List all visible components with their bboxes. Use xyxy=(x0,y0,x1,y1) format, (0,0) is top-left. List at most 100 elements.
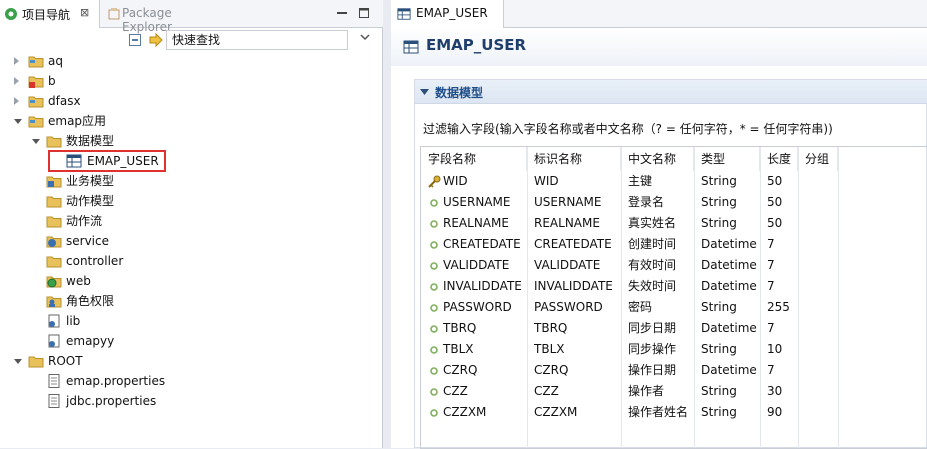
column-header[interactable]: 类型 xyxy=(694,147,760,171)
table-row[interactable]: PASSWORD PASSWORD 密码 String 255 xyxy=(421,297,927,318)
tree-item-web[interactable]: web xyxy=(32,271,352,291)
tree-item-emap-app[interactable]: emap应用 xyxy=(14,111,354,131)
table-cell-id[interactable]: INVALIDDATE xyxy=(527,276,621,297)
table-cell-type[interactable]: String xyxy=(694,381,760,402)
chevron-down-icon[interactable] xyxy=(420,88,429,96)
expand-arrow-icon[interactable] xyxy=(14,77,19,85)
view-menu-chevron-down-icon[interactable] xyxy=(360,32,370,42)
table-cell-group[interactable] xyxy=(798,318,838,339)
close-icon[interactable]: ⊠ xyxy=(80,6,89,19)
column-header[interactable]: 字段名称 xyxy=(421,147,527,171)
table-cell-field[interactable]: USERNAME xyxy=(421,192,527,213)
expand-arrow-icon[interactable] xyxy=(14,97,19,105)
table-cell-len[interactable]: 7 xyxy=(760,318,798,339)
table-cell-id[interactable]: CZZXM xyxy=(527,402,621,423)
table-cell-cn[interactable]: 操作日期 xyxy=(621,360,694,381)
table-cell-field[interactable]: VALIDDATE xyxy=(421,255,527,276)
table-cell-cn[interactable]: 主键 xyxy=(621,171,694,192)
column-header[interactable]: 标识名称 xyxy=(527,147,621,171)
column-header[interactable]: 中文名称 xyxy=(621,147,694,171)
table-row[interactable]: VALIDDATE VALIDDATE 有效时间 Datetime 7 xyxy=(421,255,927,276)
table-cell-len[interactable]: 50 xyxy=(760,192,798,213)
table-cell-type[interactable]: String xyxy=(694,171,760,192)
table-row[interactable]: INVALIDDATE INVALIDDATE 失效时间 Datetime 7 xyxy=(421,276,927,297)
table-cell-len[interactable]: 30 xyxy=(760,381,798,402)
table-cell-group[interactable] xyxy=(798,381,838,402)
table-cell-len[interactable]: 7 xyxy=(760,360,798,381)
table-cell-cn[interactable]: 密码 xyxy=(621,297,694,318)
table-cell-cn[interactable]: 有效时间 xyxy=(621,255,694,276)
table-cell-cn[interactable]: 失效时间 xyxy=(621,276,694,297)
table-cell-type[interactable]: Datetime xyxy=(694,234,760,255)
table-cell-group[interactable] xyxy=(798,213,838,234)
tree-item-role-permission[interactable]: 角色权限 xyxy=(32,291,352,311)
table-cell-group[interactable] xyxy=(798,276,838,297)
table-cell-group[interactable] xyxy=(798,171,838,192)
table-row[interactable]: CZRQ CZRQ 操作日期 Datetime 7 xyxy=(421,360,927,381)
table-cell-id[interactable]: TBLX xyxy=(527,339,621,360)
table-cell-len[interactable]: 50 xyxy=(760,171,798,192)
table-cell-group[interactable] xyxy=(798,255,838,276)
table-cell-field[interactable]: INVALIDDATE xyxy=(421,276,527,297)
table-cell-len[interactable]: 7 xyxy=(760,255,798,276)
collapse-arrow-icon[interactable] xyxy=(14,359,22,364)
table-cell-field[interactable]: TBLX xyxy=(421,339,527,360)
link-with-editor-icon[interactable] xyxy=(148,32,164,48)
table-row[interactable]: TBRQ TBRQ 同步日期 Datetime 7 xyxy=(421,318,927,339)
table-cell-field[interactable]: CZZ xyxy=(421,381,527,402)
table-cell-cn[interactable]: 创建时间 xyxy=(621,234,694,255)
minimize-icon[interactable] xyxy=(335,6,349,20)
table-row[interactable]: CREATEDATE CREATEDATE 创建时间 Datetime 7 xyxy=(421,234,927,255)
table-cell-id[interactable]: CZRQ xyxy=(527,360,621,381)
table-cell-cn[interactable]: 操作者姓名 xyxy=(621,402,694,423)
table-cell-cn[interactable]: 同步日期 xyxy=(621,318,694,339)
table-cell-len[interactable]: 7 xyxy=(760,276,798,297)
table-cell-id[interactable]: USERNAME xyxy=(527,192,621,213)
expand-arrow-icon[interactable] xyxy=(14,57,19,65)
tree-item-aq[interactable]: aq xyxy=(14,51,354,71)
tree-item-business-model[interactable]: 业务模型 xyxy=(32,171,352,191)
table-cell-id[interactable]: WID xyxy=(527,171,621,192)
collapse-all-icon[interactable] xyxy=(128,33,142,47)
quick-find-input[interactable]: 快速查找 xyxy=(166,30,348,50)
table-cell-group[interactable] xyxy=(798,339,838,360)
table-cell-type[interactable]: Datetime xyxy=(694,318,760,339)
table-cell-type[interactable]: String xyxy=(694,339,760,360)
table-cell-group[interactable] xyxy=(798,192,838,213)
table-cell-len[interactable]: 10 xyxy=(760,339,798,360)
table-cell-id[interactable]: REALNAME xyxy=(527,213,621,234)
table-cell-cn[interactable]: 同步操作 xyxy=(621,339,694,360)
tree-item-controller[interactable]: controller xyxy=(32,251,352,271)
table-cell-len[interactable]: 255 xyxy=(760,297,798,318)
section-header[interactable]: 数据模型 xyxy=(415,80,927,104)
table-row[interactable]: USERNAME USERNAME 登录名 String 50 xyxy=(421,192,927,213)
table-cell-field[interactable]: PASSWORD xyxy=(421,297,527,318)
table-cell-type[interactable]: String xyxy=(694,402,760,423)
table-cell-group[interactable] xyxy=(798,297,838,318)
table-row[interactable]: CZZ CZZ 操作者 String 30 xyxy=(421,381,927,402)
table-cell-group[interactable] xyxy=(798,234,838,255)
tree-item-data-model[interactable]: 数据模型 xyxy=(32,131,352,151)
tab-emap-user[interactable]: EMAP_USER xyxy=(391,0,504,28)
table-row[interactable]: WID WID 主键 String 50 xyxy=(421,171,927,192)
tree-item-action-model[interactable]: 动作模型 xyxy=(32,191,352,211)
collapse-arrow-icon[interactable] xyxy=(32,139,40,144)
table-cell-field[interactable]: WID xyxy=(421,171,527,192)
table-cell-type[interactable]: Datetime xyxy=(694,360,760,381)
table-cell-cn[interactable]: 真实姓名 xyxy=(621,213,694,234)
tree-item-root[interactable]: ROOT xyxy=(14,351,354,371)
table-row[interactable]: CZZXM CZZXM 操作者姓名 String 90 xyxy=(421,402,927,423)
tree-item-lib[interactable]: lib xyxy=(32,311,352,331)
table-cell-len[interactable]: 90 xyxy=(760,402,798,423)
filter-input[interactable]: 过滤输入字段(输入字段名称或者中文名称（? = 任何字符，* = 任何字符串)) xyxy=(423,120,833,137)
table-cell-group[interactable] xyxy=(798,402,838,423)
table-cell-type[interactable]: String xyxy=(694,192,760,213)
tab-package-explorer[interactable]: Package Explorer xyxy=(104,0,224,34)
tree-item-emapyy[interactable]: emapyy xyxy=(32,331,352,351)
table-cell-cn[interactable]: 操作者 xyxy=(621,381,694,402)
table-cell-field[interactable]: CZZXM xyxy=(421,402,527,423)
tree-item-jdbc-properties[interactable]: jdbc.properties xyxy=(32,391,352,411)
table-cell-field[interactable]: CREATEDATE xyxy=(421,234,527,255)
tree-item-emap-properties[interactable]: emap.properties xyxy=(32,371,352,391)
table-cell-field[interactable]: TBRQ xyxy=(421,318,527,339)
